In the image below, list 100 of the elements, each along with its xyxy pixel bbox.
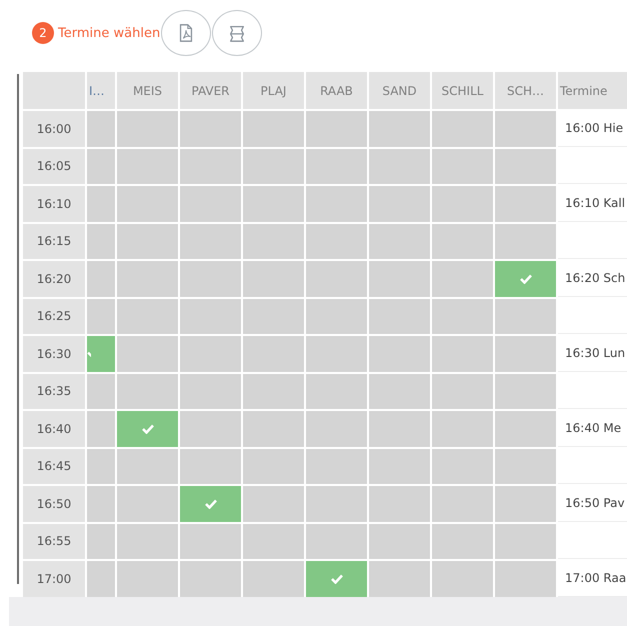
pdf-button[interactable] bbox=[161, 10, 212, 56]
free-slot[interactable] bbox=[432, 374, 493, 409]
free-slot[interactable] bbox=[306, 374, 367, 409]
free-slot[interactable] bbox=[87, 486, 115, 522]
free-slot[interactable] bbox=[495, 524, 556, 559]
free-slot[interactable] bbox=[117, 148, 178, 184]
free-slot[interactable] bbox=[306, 336, 367, 372]
free-slot[interactable] bbox=[180, 336, 241, 372]
free-slot[interactable] bbox=[369, 448, 430, 484]
free-slot[interactable] bbox=[117, 524, 178, 559]
free-slot[interactable] bbox=[117, 448, 178, 484]
free-slot[interactable] bbox=[432, 411, 493, 446]
free-slot[interactable] bbox=[243, 148, 304, 184]
free-slot[interactable] bbox=[180, 298, 241, 334]
free-slot[interactable] bbox=[306, 148, 367, 184]
free-slot[interactable] bbox=[180, 261, 241, 296]
free-slot[interactable] bbox=[495, 448, 556, 484]
free-slot[interactable] bbox=[495, 224, 556, 259]
free-slot[interactable] bbox=[87, 561, 115, 596]
free-slot[interactable] bbox=[180, 224, 241, 259]
free-slot[interactable] bbox=[369, 374, 430, 409]
free-slot[interactable] bbox=[87, 411, 115, 446]
booked-slot[interactable] bbox=[495, 261, 556, 296]
free-slot[interactable] bbox=[495, 186, 556, 222]
free-slot[interactable] bbox=[243, 186, 304, 222]
free-slot[interactable] bbox=[495, 561, 556, 596]
free-slot[interactable] bbox=[306, 411, 367, 446]
free-slot[interactable] bbox=[243, 411, 304, 446]
free-slot[interactable] bbox=[243, 374, 304, 409]
free-slot[interactable] bbox=[306, 261, 367, 296]
free-slot[interactable] bbox=[243, 261, 304, 296]
free-slot[interactable] bbox=[306, 111, 367, 146]
free-slot[interactable] bbox=[243, 298, 304, 334]
free-slot[interactable] bbox=[117, 111, 178, 146]
free-slot[interactable] bbox=[432, 298, 493, 334]
free-slot[interactable] bbox=[432, 186, 493, 222]
free-slot[interactable] bbox=[432, 448, 493, 484]
free-slot[interactable] bbox=[369, 224, 430, 259]
booked-slot[interactable] bbox=[180, 486, 241, 522]
free-slot[interactable] bbox=[243, 486, 304, 522]
free-slot[interactable] bbox=[87, 111, 115, 146]
free-slot[interactable] bbox=[243, 224, 304, 259]
free-slot[interactable] bbox=[87, 374, 115, 409]
free-slot[interactable] bbox=[87, 186, 115, 222]
free-slot[interactable] bbox=[117, 374, 178, 409]
free-slot[interactable] bbox=[180, 411, 241, 446]
free-slot[interactable] bbox=[495, 148, 556, 184]
free-slot[interactable] bbox=[369, 298, 430, 334]
free-slot[interactable] bbox=[180, 111, 241, 146]
free-slot[interactable] bbox=[117, 486, 178, 522]
free-slot[interactable] bbox=[180, 448, 241, 484]
free-slot[interactable] bbox=[369, 336, 430, 372]
free-slot[interactable] bbox=[369, 261, 430, 296]
free-slot[interactable] bbox=[432, 261, 493, 296]
free-slot[interactable] bbox=[306, 524, 367, 559]
free-slot[interactable] bbox=[87, 261, 115, 296]
free-slot[interactable] bbox=[432, 561, 493, 596]
free-slot[interactable] bbox=[243, 336, 304, 372]
free-slot[interactable] bbox=[369, 111, 430, 146]
free-slot[interactable] bbox=[369, 148, 430, 184]
free-slot[interactable] bbox=[180, 148, 241, 184]
free-slot[interactable] bbox=[180, 374, 241, 409]
free-slot[interactable] bbox=[117, 186, 178, 222]
free-slot[interactable] bbox=[369, 524, 430, 559]
free-slot[interactable] bbox=[432, 224, 493, 259]
free-slot[interactable] bbox=[432, 336, 493, 372]
free-slot[interactable] bbox=[87, 298, 115, 334]
free-slot[interactable] bbox=[87, 524, 115, 559]
free-slot[interactable] bbox=[369, 561, 430, 596]
free-slot[interactable] bbox=[432, 148, 493, 184]
free-slot[interactable] bbox=[180, 524, 241, 559]
free-slot[interactable] bbox=[117, 336, 178, 372]
free-slot[interactable] bbox=[306, 186, 367, 222]
free-slot[interactable] bbox=[117, 224, 178, 259]
booked-slot[interactable] bbox=[306, 561, 367, 596]
free-slot[interactable] bbox=[369, 186, 430, 222]
free-slot[interactable] bbox=[243, 448, 304, 484]
free-slot[interactable] bbox=[369, 486, 430, 522]
free-slot[interactable] bbox=[243, 111, 304, 146]
free-slot[interactable] bbox=[369, 411, 430, 446]
free-slot[interactable] bbox=[495, 411, 556, 446]
free-slot[interactable] bbox=[243, 561, 304, 596]
free-slot[interactable] bbox=[306, 486, 367, 522]
free-slot[interactable] bbox=[117, 561, 178, 596]
free-slot[interactable] bbox=[87, 148, 115, 184]
free-slot[interactable] bbox=[495, 336, 556, 372]
free-slot[interactable] bbox=[432, 111, 493, 146]
free-slot[interactable] bbox=[306, 224, 367, 259]
free-slot[interactable] bbox=[432, 486, 493, 522]
free-slot[interactable] bbox=[87, 224, 115, 259]
booked-slot[interactable] bbox=[117, 411, 178, 446]
free-slot[interactable] bbox=[87, 448, 115, 484]
free-slot[interactable] bbox=[243, 524, 304, 559]
booked-slot[interactable] bbox=[87, 336, 115, 372]
free-slot[interactable] bbox=[495, 486, 556, 522]
free-slot[interactable] bbox=[495, 374, 556, 409]
free-slot[interactable] bbox=[117, 298, 178, 334]
free-slot[interactable] bbox=[432, 524, 493, 559]
free-slot[interactable] bbox=[180, 561, 241, 596]
free-slot[interactable] bbox=[306, 298, 367, 334]
